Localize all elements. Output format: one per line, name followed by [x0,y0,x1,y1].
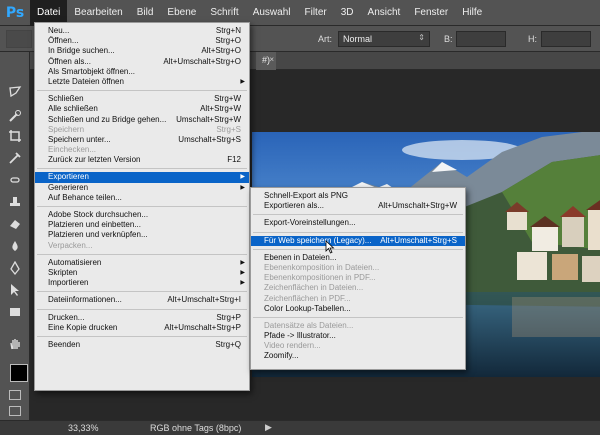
submenu-arrow-icon: ▶ [240,78,245,85]
menu-item-neu[interactable]: Neu... Strg+N [35,26,249,36]
menu-item-pfade-illustrator[interactable]: Pfade -> Illustrator... [251,331,465,341]
screen-mode-icon[interactable] [9,406,21,416]
menu-item-zoomify[interactable]: Zoomify... [251,351,465,361]
menu-item-export-voreinstellungen[interactable]: Export-Voreinstellungen... [251,218,465,228]
menu-item-video-rendern[interactable]: Video rendern... [251,341,465,351]
width-label: B: [444,34,453,44]
menu-item-importieren[interactable]: Importieren ▶ [35,278,249,288]
menu-item-ebenenkompositionen-pdf[interactable]: Ebenenkompositionen in PDF... [251,273,465,283]
crop-tool-icon[interactable] [5,126,25,146]
menu-item-platzieren-einbetten[interactable]: Platzieren und einbetten... [35,220,249,230]
menu-item-kopie-drucken[interactable]: Eine Kopie drucken Alt+Umschalt+Strg+P [35,323,249,333]
menu-separator [253,316,463,318]
menu-item-skripten[interactable]: Skripten ▶ [35,268,249,278]
hand-tool-icon[interactable] [5,334,25,354]
menu-item-alle-schliessen[interactable]: Alle schließen Alt+Strg+W [35,104,249,114]
tool-preset-picker[interactable] [6,30,32,48]
quick-selection-icon[interactable] [5,106,25,126]
menu-item-zeichenflaechen-pdf[interactable]: Zeichenflächen in PDF... [251,294,465,304]
menu-separator [253,214,463,216]
close-icon[interactable]: × [269,55,274,64]
submenu-arrow-icon: ▶ [240,259,245,266]
menu-ansicht[interactable]: Ansicht [361,0,408,26]
menu-separator [37,308,247,310]
style-label: Art: [318,34,333,44]
menu-item-color-lookup[interactable]: Color Lookup-Tabellen... [251,304,465,314]
tools-panel [0,52,30,420]
menu-item-drucken[interactable]: Drucken... Strg+P [35,313,249,323]
photoshop-logo: Ps [5,4,25,21]
eyedropper-icon[interactable] [5,148,25,168]
menu-hilfe[interactable]: Hilfe [455,0,489,26]
submenu-arrow-icon: ▶ [240,280,245,287]
status-bar: 33,33% RGB ohne Tags (8bpc) ▶ [0,420,600,435]
menu-fenster[interactable]: Fenster [407,0,455,26]
height-label: H: [528,34,537,44]
export-submenu: Schnell-Export als PNG Exportieren als..… [250,187,466,370]
menu-item-platzieren-verknuepfen[interactable]: Platzieren und verknüpfen... [35,230,249,240]
blur-tool-icon[interactable] [5,236,25,256]
path-selection-icon[interactable] [5,280,25,300]
document-tab[interactable]: #) × [256,52,277,70]
menu-separator [253,231,463,233]
foreground-color-swatch[interactable] [10,364,28,382]
menu-item-datensaetze[interactable]: Datensätze als Dateien... [251,321,465,331]
menu-separator [253,248,463,250]
width-field[interactable] [456,31,506,47]
lasso-tool-icon[interactable] [5,82,25,102]
menu-filter[interactable]: Filter [298,0,334,26]
submenu-arrow-icon: ▶ [240,269,245,276]
menu-item-schliessen[interactable]: Schließen Strg+W [35,94,249,104]
zoom-level[interactable]: 33,33% [68,423,99,433]
menu-item-beenden[interactable]: Beenden Strg+Q [35,340,249,350]
menu-item-als-smartobjekt[interactable]: Als Smartobjekt öffnen... [35,67,249,77]
menu-3d[interactable]: 3D [334,0,361,26]
menu-item-oeffnen[interactable]: Öffnen... Strg+O [35,36,249,46]
menu-separator [37,291,247,293]
style-select-value: Normal [343,34,373,44]
document-info: RGB ohne Tags (8bpc) [150,423,242,433]
pen-tool-icon[interactable] [5,258,25,278]
menu-separator [37,168,247,170]
menu-item-adobe-stock[interactable]: Adobe Stock durchsuchen... [35,210,249,220]
menu-item-zeichenflaechen-dateien[interactable]: Zeichenflächen in Dateien... [251,283,465,293]
menu-item-einchecken[interactable]: Einchecken... [35,145,249,155]
menu-item-ebenenkomposition-dateien[interactable]: Ebenenkomposition in Dateien... [251,263,465,273]
menu-item-speichern[interactable]: Speichern Strg+S [35,125,249,135]
menu-item-in-bridge-suchen[interactable]: In Bridge suchen... Alt+Strg+O [35,46,249,56]
healing-brush-icon[interactable] [5,170,25,190]
menu-item-letzte-dateien[interactable]: Letzte Dateien öffnen ▶ [35,77,249,87]
menu-item-exportieren-als[interactable]: Exportieren als... Alt+Umschalt+Strg+W [251,201,465,211]
menu-separator [37,206,247,207]
menu-item-oeffnen-als[interactable]: Öffnen als... Alt+Umschalt+Strg+O [35,57,249,67]
quick-mask-icon[interactable] [9,390,21,400]
menu-item-fuer-web-speichern[interactable]: Für Web speichern (Legacy)... Alt+Umschal… [251,235,465,246]
menu-item-zurueck-letzte-version[interactable]: Zurück zur letzten Version F12 [35,155,249,165]
menu-separator [37,253,247,255]
menu-separator [37,90,247,92]
menu-item-generieren[interactable]: Generieren ▶ [35,183,249,193]
mouse-cursor-icon [325,240,335,254]
menu-item-schliessen-bridge[interactable]: Schließen und zu Bridge gehen... Umschalt… [35,115,249,125]
menu-item-automatisieren[interactable]: Automatisieren ▶ [35,258,249,268]
menu-item-behance[interactable]: Auf Behance teilen... [35,193,249,203]
menu-auswahl[interactable]: Auswahl [246,0,298,26]
menu-item-ebenen-in-dateien[interactable]: Ebenen in Dateien... [251,253,465,263]
menu-item-verpacken[interactable]: Verpacken... [35,241,249,251]
chevron-updown-icon: ⇕ [418,33,425,42]
style-select[interactable]: Normal ⇕ [338,31,430,47]
datei-menu: Neu... Strg+N Öffnen... Strg+O In Bridge s… [34,22,250,391]
menu-item-dateiinformationen[interactable]: Dateiinformationen... Alt+Umschalt+Strg+I [35,295,249,305]
menu-item-speichern-unter[interactable]: Speichern unter... Umschalt+Strg+S [35,135,249,145]
menu-item-exportieren[interactable]: Exportieren ▶ [35,172,249,183]
menu-separator [37,335,247,337]
stamp-tool-icon[interactable] [5,192,25,212]
submenu-arrow-icon: ▶ [240,184,245,191]
submenu-arrow-icon: ▶ [240,174,245,181]
height-field[interactable] [541,31,591,47]
rectangle-tool-icon[interactable] [5,302,25,322]
menu-item-schnell-export-png[interactable]: Schnell-Export als PNG [251,191,465,201]
eraser-icon[interactable] [5,214,25,234]
play-arrow-icon[interactable]: ▶ [265,422,272,433]
